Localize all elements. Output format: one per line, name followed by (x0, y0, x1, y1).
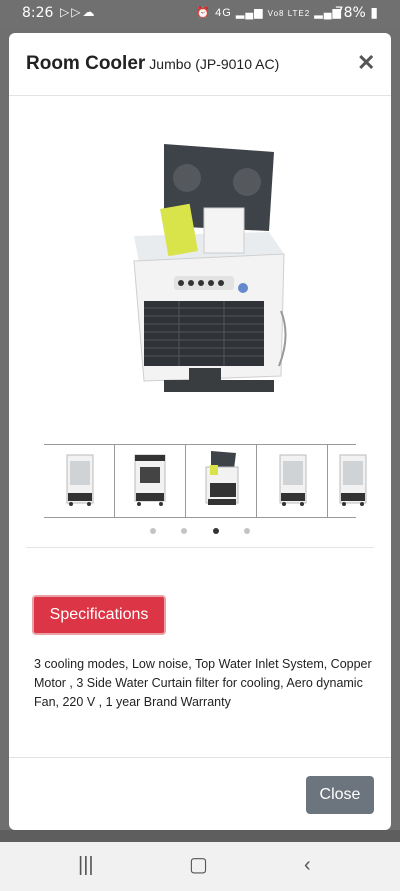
product-modal: Room Cooler Jumbo (JP-9010 AC) ✕ Specifi… (9, 33, 391, 830)
carousel-dot-2[interactable] (181, 528, 187, 534)
cooler-thumbnail-image (134, 454, 166, 506)
cooler-thumbnail-image (279, 454, 307, 506)
back-icon[interactable]: ‹ (304, 854, 311, 877)
status-bar: 8:26 ▷▷☁ ⏰ 4G ▂▄▆ Vo8 LTE2 ▂▄▆ 78% ▮ (0, 0, 400, 28)
carousel-dot-1[interactable] (150, 528, 156, 534)
volte-label: Vo8 LTE2 (267, 9, 311, 18)
carousel-indicators (9, 528, 391, 538)
battery-level: 78% ▮ (334, 5, 378, 21)
network-label: 4G (215, 7, 232, 19)
product-description: 3 cooling modes, Low noise, Top Water In… (34, 657, 372, 709)
recent-apps-icon[interactable]: ||| (78, 854, 94, 877)
thumbnail-1[interactable] (44, 445, 115, 517)
carousel-dot-4[interactable] (244, 528, 250, 534)
thumbnail-4[interactable] (257, 445, 328, 517)
close-button[interactable]: Close (306, 776, 374, 814)
cooler-thumbnail-image (205, 451, 239, 505)
thumbnail-3[interactable] (186, 445, 257, 517)
modal-subtitle: Jumbo (JP-9010 AC) (149, 56, 280, 72)
home-icon[interactable]: ▢ (189, 852, 208, 877)
close-icon[interactable]: ✕ (357, 50, 375, 75)
android-nav-bar: ||| ▢ ‹ (0, 842, 400, 891)
modal-header: Room Cooler Jumbo (JP-9010 AC) ✕ (9, 33, 391, 96)
backdrop (0, 830, 400, 842)
modal-title: Room Cooler Jumbo (JP-9010 AC) (26, 53, 280, 74)
thumbnail-2[interactable] (115, 445, 186, 517)
battery-icon: ▮ (370, 5, 378, 21)
thumbnail-5[interactable] (328, 445, 378, 517)
carousel-dot-3[interactable] (213, 528, 219, 534)
play-store-icon: ▷ (60, 5, 72, 19)
cooler-thumbnail-image (339, 454, 367, 506)
product-main-image (133, 144, 287, 392)
section-divider (26, 547, 374, 548)
play-store-icon: ▷ (71, 5, 83, 19)
thumbnail-strip (44, 444, 367, 518)
signal-icon: ▂▄▆ (235, 7, 264, 19)
modal-footer: Close (9, 757, 391, 830)
status-time: 8:26 (22, 5, 54, 21)
cloud-icon: ☁ (82, 5, 97, 19)
specifications-button[interactable]: Specifications (32, 595, 166, 635)
notification-icons: ▷▷☁ (60, 5, 96, 19)
cooler-thumbnail-image (66, 454, 94, 506)
alarm-icon: ⏰ (196, 7, 212, 19)
system-icons: ⏰ 4G ▂▄▆ Vo8 LTE2 ▂▄▆ (196, 6, 342, 19)
